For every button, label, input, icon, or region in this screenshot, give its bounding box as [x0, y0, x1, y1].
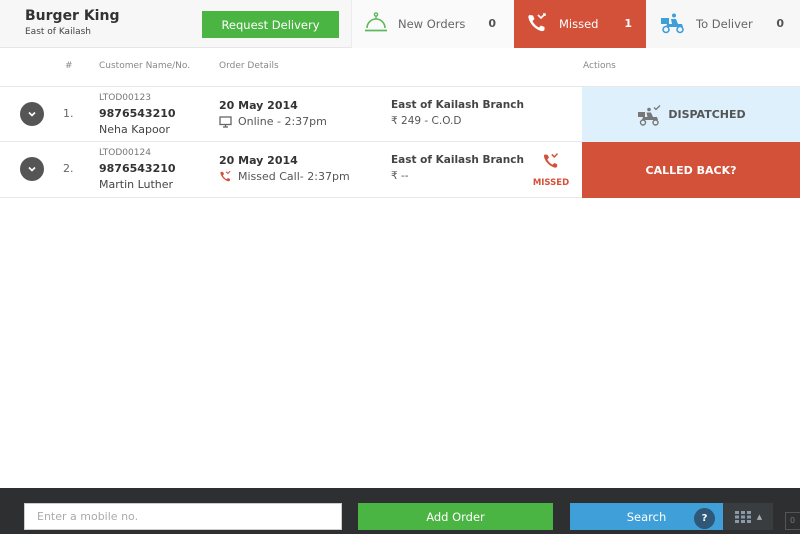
branch-name: East of Kailash [25, 27, 91, 37]
order-id: LTOD00124 [99, 148, 151, 158]
order-index: 2. [63, 162, 74, 175]
caret-up-icon: ▲ [756, 512, 763, 521]
order-amount: ₹ -- [391, 170, 409, 182]
help-badge[interactable]: ? [694, 508, 715, 529]
order-date: 20 May 2014 [219, 99, 298, 112]
order-channel-text: Missed Call- 2:37pm [238, 170, 350, 183]
mobile-number-input[interactable] [24, 503, 342, 530]
order-branch: East of Kailash Branch [391, 154, 524, 166]
order-channel: Online - 2:37pm [219, 115, 327, 128]
expand-row-button[interactable] [20, 157, 44, 181]
brand-name: Burger King [25, 8, 120, 24]
chevron-down-icon [28, 166, 36, 172]
brand: Burger King East of Kailash [25, 8, 119, 37]
tab-new-orders[interactable]: New Orders 0 [351, 0, 514, 48]
customer-name: Neha Kapoor [99, 123, 170, 136]
mini-counter: 0 [785, 512, 800, 530]
apps-grid-button[interactable]: ▲ [723, 503, 773, 530]
called-back-button[interactable]: CALLED BACK? [582, 142, 800, 198]
column-header-index: # [65, 61, 73, 71]
tab-new-orders-label: New Orders [398, 17, 466, 31]
tab-missed[interactable]: Missed 1 [514, 0, 646, 48]
dispatched-label: DISPATCHED [668, 108, 746, 121]
to-deliver-count: 0 [776, 17, 784, 30]
order-date: 20 May 2014 [219, 154, 298, 167]
order-channel-text: Online - 2:37pm [238, 115, 327, 128]
grid-icon [734, 510, 751, 523]
order-index: 1. [63, 107, 74, 120]
order-id: LTOD00123 [99, 93, 151, 103]
missed-call-icon [220, 170, 231, 182]
tab-missed-label: Missed [559, 17, 599, 31]
missed-call-icon [526, 12, 548, 38]
delivery-scooter-icon [658, 12, 686, 38]
customer-phone: 9876543210 [99, 162, 176, 175]
request-delivery-button[interactable]: Request Delivery [202, 11, 339, 38]
tab-to-deliver-label: To Deliver [696, 17, 753, 31]
bottom-toolbar: Add Order Search ? ▲ 0 [0, 488, 800, 534]
missed-status-label: MISSED [532, 178, 570, 188]
missed-count: 1 [624, 17, 632, 30]
dispatched-status-button[interactable]: DISPATCHED [582, 87, 800, 142]
column-header-details: Order Details [219, 61, 279, 71]
order-branch: East of Kailash Branch [391, 99, 524, 111]
column-header-customer: Customer Name/No. [99, 61, 191, 71]
missed-call-icon [543, 153, 559, 168]
order-row: 1. LTOD00123 9876543210 Neha Kapoor 20 M… [0, 86, 800, 142]
expand-row-button[interactable] [20, 102, 44, 126]
tab-to-deliver[interactable]: To Deliver 0 [646, 0, 800, 48]
order-amount: ₹ 249 - C.O.D [391, 115, 462, 127]
new-orders-count: 0 [488, 17, 496, 30]
customer-name: Martin Luther [99, 178, 174, 191]
top-header: Burger King East of Kailash Request Deli… [0, 0, 800, 48]
missed-indicator: MISSED [528, 152, 574, 188]
customer-phone: 9876543210 [99, 107, 176, 120]
order-row: 2. LTOD00124 9876543210 Martin Luther 20… [0, 142, 800, 198]
chevron-down-icon [28, 111, 36, 117]
dispatched-scooter-icon [638, 104, 661, 126]
order-channel: Missed Call- 2:37pm [219, 170, 350, 183]
food-cloche-icon [364, 12, 388, 38]
column-header-actions: Actions [583, 61, 616, 71]
add-order-button[interactable]: Add Order [358, 503, 553, 530]
monitor-icon [219, 115, 232, 128]
